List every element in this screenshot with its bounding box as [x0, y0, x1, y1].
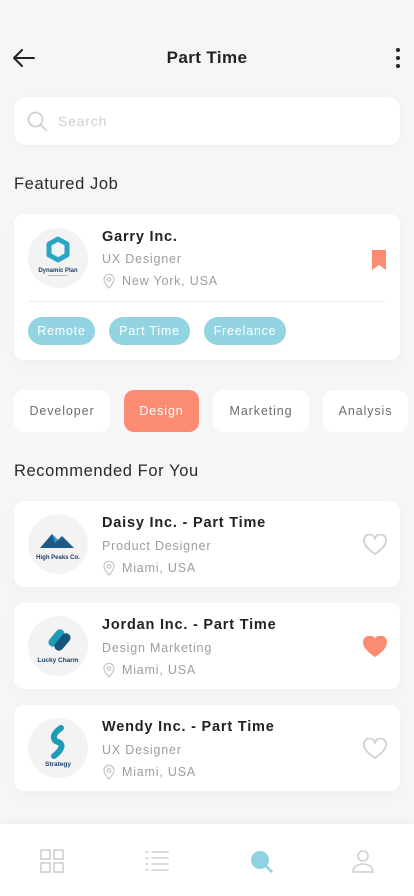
- category-marketing[interactable]: Marketing: [213, 390, 309, 432]
- featured-section-title: Featured Job: [14, 175, 119, 193]
- location-text: Miami, USA: [122, 561, 196, 575]
- job-card[interactable]: High Peaks Co. Daisy Inc. - Part Time Pr…: [14, 501, 400, 587]
- job-card[interactable]: Lucky Charm Jordan Inc. - Part Time Desi…: [14, 603, 400, 689]
- category-analysis[interactable]: Analysis: [323, 390, 408, 432]
- company-logo: High Peaks Co.: [28, 514, 88, 574]
- job-role: UX Designer: [102, 252, 182, 266]
- job-location: Miami, USA: [102, 560, 196, 576]
- location-pin-icon: [103, 560, 115, 576]
- bookmark-icon[interactable]: [370, 249, 388, 271]
- company-name: Jordan Inc. - Part Time: [102, 617, 277, 633]
- company-name: Garry Inc.: [102, 229, 178, 245]
- location-text: Miami, USA: [122, 765, 196, 779]
- location-pin-icon: [103, 273, 115, 289]
- tag-freelance[interactable]: Freelance: [204, 317, 286, 345]
- divider: [28, 301, 386, 302]
- grid-icon[interactable]: [39, 848, 65, 874]
- location-text: New York, USA: [122, 274, 218, 288]
- company-logo: Dynamic Plan: [28, 228, 88, 288]
- logo-label: Lucky Charm: [37, 657, 78, 664]
- job-role: Product Designer: [102, 539, 212, 553]
- tag-remote[interactable]: Remote: [28, 317, 95, 345]
- job-role: UX Designer: [102, 743, 182, 757]
- logo-label: Strategy: [45, 761, 71, 768]
- bottom-nav: [0, 824, 414, 896]
- job-location: New York, USA: [102, 273, 218, 289]
- job-card[interactable]: Strategy Wendy Inc. - Part Time UX Desig…: [14, 705, 400, 791]
- header: Part Time: [0, 36, 414, 80]
- search-icon: [26, 110, 48, 132]
- category-developer[interactable]: Developer: [14, 390, 110, 432]
- recommended-section-title: Recommended For You: [14, 462, 199, 480]
- heart-outline-icon[interactable]: [362, 737, 388, 760]
- tag-part-time[interactable]: Part Time: [109, 317, 190, 345]
- company-name: Wendy Inc. - Part Time: [102, 719, 275, 735]
- location-text: Miami, USA: [122, 663, 196, 677]
- company-logo: Strategy: [28, 718, 88, 778]
- search-input[interactable]: [58, 97, 378, 145]
- heart-filled-icon[interactable]: [362, 635, 388, 658]
- featured-job-card[interactable]: Dynamic Plan Garry Inc. UX Designer New …: [14, 214, 400, 360]
- category-design[interactable]: Design: [124, 390, 199, 432]
- search-icon[interactable]: [248, 848, 274, 874]
- profile-icon[interactable]: [350, 848, 376, 874]
- list-icon[interactable]: [144, 848, 170, 874]
- job-role: Design Marketing: [102, 641, 213, 655]
- location-pin-icon: [103, 764, 115, 780]
- logo-label: Dynamic Plan: [38, 268, 78, 274]
- more-vertical-icon[interactable]: [392, 46, 404, 70]
- company-name: Daisy Inc. - Part Time: [102, 515, 267, 531]
- company-logo: Lucky Charm: [28, 616, 88, 676]
- location-pin-icon: [103, 662, 115, 678]
- job-location: Miami, USA: [102, 662, 196, 678]
- logo-label: High Peaks Co.: [36, 555, 80, 561]
- search-bar: [14, 97, 400, 145]
- page-title: Part Time: [166, 48, 248, 67]
- job-location: Miami, USA: [102, 764, 196, 780]
- heart-outline-icon[interactable]: [362, 533, 388, 556]
